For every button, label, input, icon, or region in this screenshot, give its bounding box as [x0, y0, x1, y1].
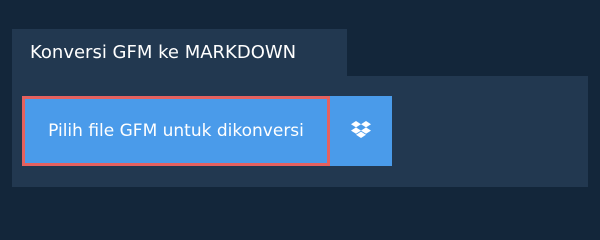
choose-file-label: Pilih file GFM untuk dikonversi [48, 121, 304, 141]
upload-panel: Pilih file GFM untuk dikonversi [12, 76, 588, 187]
tab-title: Konversi GFM ke MARKDOWN [30, 42, 297, 63]
choose-file-button[interactable]: Pilih file GFM untuk dikonversi [22, 96, 330, 166]
dropbox-button[interactable] [330, 96, 392, 166]
converter-tab: Konversi GFM ke MARKDOWN [12, 29, 347, 76]
dropbox-icon [351, 121, 371, 138]
upload-button-group: Pilih file GFM untuk dikonversi [22, 96, 392, 166]
